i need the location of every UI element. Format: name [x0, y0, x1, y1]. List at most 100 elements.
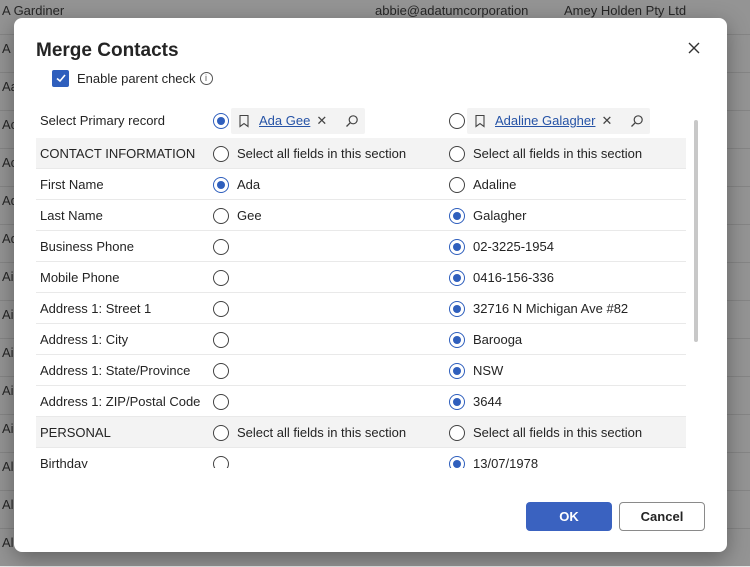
field-option-1[interactable] — [213, 262, 237, 293]
field-value-2: Select all fields in this section — [473, 146, 643, 161]
field-label: First Name — [40, 177, 104, 192]
field-radio-1[interactable] — [213, 269, 229, 286]
enable-parent-check-label: Enable parent check — [77, 70, 196, 86]
field-row: Birthday 13/07/1978 — [36, 448, 686, 468]
field-label: Address 1: State/Province — [40, 363, 191, 378]
primary-record-radio-2[interactable] — [449, 112, 465, 129]
field-radio-2[interactable] — [449, 455, 465, 468]
field-value-2: 02-3225-1954 — [473, 239, 554, 254]
field-option-1[interactable]: Select all fields in this section — [213, 417, 406, 448]
field-option-1[interactable]: Ada — [213, 169, 260, 200]
field-value-2: 13/07/1978 — [473, 456, 539, 468]
field-radio-2[interactable] — [449, 300, 465, 317]
section-label: CONTACT INFORMATION — [40, 146, 196, 161]
section-label: PERSONAL — [40, 425, 111, 440]
close-icon — [688, 42, 700, 54]
field-radio-2[interactable] — [449, 269, 465, 286]
field-option-1[interactable]: Gee — [213, 200, 262, 231]
field-label: Mobile Phone — [40, 270, 120, 285]
field-value-2: Adaline — [473, 177, 517, 192]
search-icon[interactable] — [345, 114, 359, 128]
field-option-1[interactable] — [213, 231, 237, 262]
field-row: Business Phone 02-3225-1954 — [36, 231, 686, 262]
field-value-1: Gee — [237, 208, 262, 223]
field-option-1[interactable] — [213, 293, 237, 324]
field-radio-1[interactable] — [213, 238, 229, 255]
record-link-2[interactable]: Adaline Galagher — [495, 113, 595, 128]
field-radio-2[interactable] — [449, 362, 465, 379]
scrollbar[interactable] — [694, 120, 698, 342]
dialog-footer: OK Cancel — [14, 500, 727, 536]
remove-icon[interactable]: ✕ — [316, 113, 327, 129]
field-option-2[interactable]: Select all fields in this section — [449, 417, 642, 448]
field-radio-1[interactable] — [213, 393, 229, 410]
primary-record-row: Select Primary record Ada Gee ✕ Adaline … — [36, 103, 686, 138]
field-row: Address 1: State/Province NSW — [36, 355, 686, 386]
field-value-2: Galagher — [473, 208, 527, 223]
field-radio-2[interactable] — [449, 207, 465, 224]
ok-button[interactable]: OK — [526, 502, 612, 531]
field-option-1[interactable] — [213, 386, 237, 417]
field-option-2[interactable]: 32716 N Michigan Ave #82 — [449, 293, 628, 324]
section-row: PERSONAL Select all fields in this sectio… — [36, 417, 686, 448]
field-radio-2[interactable] — [449, 176, 465, 193]
contact-record-icon — [473, 114, 487, 128]
field-radio-1[interactable] — [213, 362, 229, 379]
field-radio-1[interactable] — [213, 424, 229, 441]
dialog-title: Merge Contacts — [36, 40, 179, 61]
field-value-2: 32716 N Michigan Ave #82 — [473, 301, 629, 316]
primary-record-label: Select Primary record — [40, 113, 165, 128]
field-option-2[interactable]: 0416-156-336 — [449, 262, 554, 293]
field-option-2[interactable]: NSW — [449, 355, 503, 386]
record-lookup-2: Adaline Galagher ✕ — [467, 107, 651, 134]
close-button[interactable] — [684, 38, 704, 58]
field-value-1: Select all fields in this section — [237, 425, 407, 440]
field-value-1: Select all fields in this section — [237, 146, 407, 161]
field-radio-1[interactable] — [213, 207, 229, 224]
field-option-2[interactable]: 02-3225-1954 — [449, 231, 554, 262]
merge-fields-table: Select Primary record Ada Gee ✕ Adaline … — [36, 103, 686, 468]
field-option-2[interactable]: Galagher — [449, 200, 526, 231]
field-option-1[interactable]: Select all fields in this section — [213, 138, 406, 169]
field-label: Address 1: Street 1 — [40, 301, 152, 316]
field-radio-1[interactable] — [213, 455, 229, 468]
field-label: Business Phone — [40, 239, 134, 254]
field-radio-2[interactable] — [449, 393, 465, 410]
cancel-button[interactable]: Cancel — [619, 502, 705, 531]
enable-parent-check-checkbox[interactable] — [52, 69, 69, 87]
field-option-1[interactable] — [213, 448, 237, 468]
field-option-2[interactable]: Barooga — [449, 324, 522, 355]
field-option-1[interactable] — [213, 355, 237, 386]
checkmark-icon — [55, 74, 66, 83]
field-radio-2[interactable] — [449, 331, 465, 348]
field-option-1[interactable] — [213, 324, 237, 355]
field-option-2[interactable]: Adaline — [449, 169, 516, 200]
field-radio-1[interactable] — [213, 145, 229, 162]
field-row: Address 1: ZIP/Postal Code 3644 — [36, 386, 686, 417]
field-row: Address 1: City Barooga — [36, 324, 686, 355]
field-row: Mobile Phone 0416-156-336 — [36, 262, 686, 293]
primary-record-radio-1[interactable] — [213, 112, 229, 129]
field-option-2[interactable]: 13/07/1978 — [449, 448, 538, 468]
field-value-2: NSW — [473, 363, 504, 378]
field-radio-1[interactable] — [213, 176, 229, 193]
field-option-2[interactable]: Select all fields in this section — [449, 138, 642, 169]
field-row: Address 1: Street 1 32716 N Michigan Ave … — [36, 293, 686, 324]
dialog-content: Enable parent check i Select Primary rec… — [14, 68, 727, 468]
field-option-2[interactable]: 3644 — [449, 386, 502, 417]
field-radio-2[interactable] — [449, 145, 465, 162]
field-radio-2[interactable] — [449, 424, 465, 441]
field-radio-1[interactable] — [213, 331, 229, 348]
info-icon[interactable]: i — [199, 71, 213, 85]
field-label: Address 1: ZIP/Postal Code — [40, 394, 201, 409]
contact-record-icon — [237, 114, 251, 128]
field-radio-1[interactable] — [213, 300, 229, 317]
field-radio-2[interactable] — [449, 238, 465, 255]
remove-icon[interactable]: ✕ — [601, 113, 612, 129]
search-icon[interactable] — [630, 114, 644, 128]
merge-contacts-dialog: Merge Contacts Enable parent check i Sel… — [14, 18, 727, 552]
field-value-2: Select all fields in this section — [473, 425, 643, 440]
record-link-1[interactable]: Ada Gee — [259, 113, 310, 128]
enable-parent-check-row: Enable parent check i — [52, 68, 213, 88]
field-row: First Name Ada Adaline — [36, 169, 686, 200]
